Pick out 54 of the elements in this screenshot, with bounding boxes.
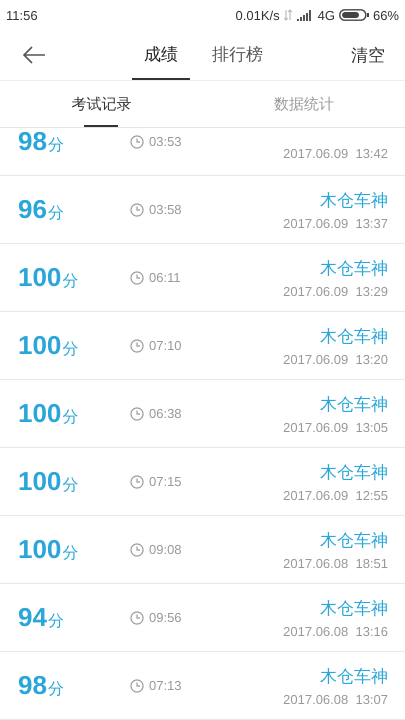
clock-icon	[130, 406, 144, 420]
duration: 07:10	[149, 338, 182, 353]
record-date: 2017.06.09 13:20	[283, 352, 388, 366]
score: 100分	[18, 330, 80, 361]
clock-icon	[130, 338, 144, 352]
score: 100分	[18, 466, 80, 497]
record-title: 木仓车神	[320, 394, 388, 416]
clear-button[interactable]: 清空	[351, 44, 385, 66]
clock-icon	[130, 678, 144, 692]
duration: 07:15	[149, 474, 182, 489]
record-title: 木仓车神	[320, 598, 388, 620]
record-title: 木仓车神	[320, 258, 388, 280]
signal-icon	[296, 10, 314, 20]
clock-icon	[130, 610, 144, 624]
clock-icon	[130, 270, 144, 284]
score: 100分	[18, 398, 80, 429]
duration: 07:13	[149, 678, 182, 693]
record-date: 2017.06.08 18:51	[283, 556, 388, 570]
clock-icon	[130, 134, 144, 148]
battery-icon	[338, 9, 369, 21]
record-title: 木仓车神	[320, 190, 388, 212]
clock-icon	[130, 474, 144, 488]
record-date: 2017.06.09 13:29	[283, 284, 388, 298]
duration: 09:08	[149, 542, 182, 557]
score: 96分	[18, 194, 65, 225]
duration: 09:56	[149, 610, 182, 625]
duration: 03:58	[149, 202, 182, 217]
score: 98分	[18, 128, 65, 157]
network-speed: 0.01K/s	[236, 8, 280, 22]
network-type: 4G	[318, 8, 335, 22]
record-date: 2017.06.08 13:16	[283, 624, 388, 638]
battery-percent: 66%	[372, 8, 399, 22]
clock-icon	[130, 542, 144, 556]
back-icon[interactable]	[22, 46, 46, 64]
tab[interactable]: 排行榜	[200, 30, 275, 80]
record-date: 2017.06.08 13:07	[283, 692, 388, 706]
record-title: 木仓车神	[320, 462, 388, 484]
score: 94分	[18, 602, 65, 633]
record-date: 2017.06.09 12:55	[283, 488, 388, 502]
score: 100分	[18, 262, 80, 293]
score: 100分	[18, 534, 80, 565]
record-title: 木仓车神	[320, 666, 388, 688]
data-transfer-icon	[284, 9, 293, 21]
score: 98分	[18, 670, 65, 701]
record-date: 2017.06.09 13:05	[283, 420, 388, 434]
duration: 06:11	[149, 270, 181, 285]
record-title: 木仓车神	[320, 530, 388, 552]
duration: 06:38	[149, 406, 182, 421]
duration: 03:53	[149, 134, 182, 149]
record-title: 木仓车神	[320, 326, 388, 348]
record-date: 2017.06.09 13:42	[283, 146, 388, 161]
status-time: 11:56	[6, 8, 38, 22]
clock-icon	[130, 202, 144, 216]
record-date: 2017.06.09 13:37	[283, 216, 388, 230]
